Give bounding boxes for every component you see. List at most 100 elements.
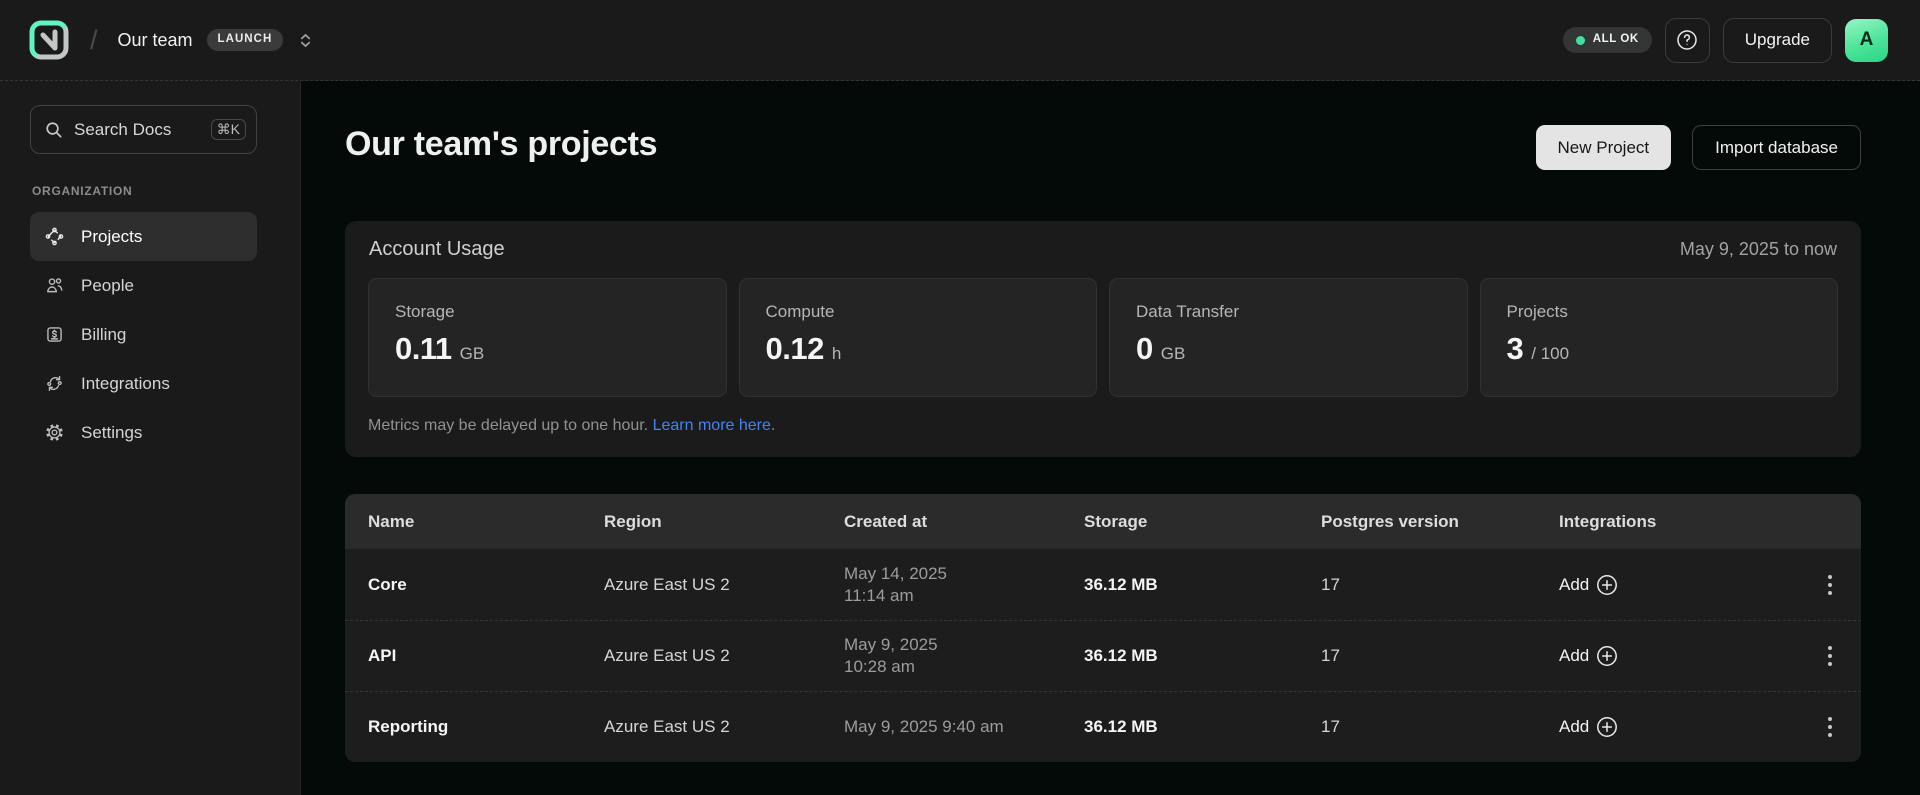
usage-tile-storage: Storage 0.11 GB (368, 278, 727, 397)
project-storage: 36.12 MB (1084, 575, 1321, 595)
add-label: Add (1559, 575, 1589, 595)
tile-label: Projects (1507, 302, 1812, 322)
tile-value: 0.11 (395, 331, 452, 367)
search-input[interactable]: Search Docs ⌘K (30, 105, 257, 154)
gear-icon (44, 422, 65, 443)
projects-icon (44, 226, 65, 247)
project-region: Azure East US 2 (604, 575, 844, 595)
created-time: 11:14 am (844, 585, 1084, 607)
plus-circle-icon (1596, 716, 1618, 738)
help-button[interactable] (1665, 18, 1710, 63)
breadcrumb-slash: / (90, 25, 98, 56)
projects-table: Name Region Created at Storage Postgres … (345, 494, 1861, 762)
project-region: Azure East US 2 (604, 717, 844, 737)
add-integration-button[interactable]: Add (1559, 645, 1618, 667)
usage-footnote: Metrics may be delayed up to one hour. L… (368, 417, 1838, 435)
sidebar-item-label: Integrations (81, 374, 170, 394)
sidebar-item-people[interactable]: People (30, 261, 257, 310)
org-name: Our team (118, 30, 193, 51)
add-label: Add (1559, 646, 1589, 666)
tile-label: Compute (766, 302, 1071, 322)
col-header-postgres-version: Postgres version (1321, 512, 1559, 532)
created-date: May 9, 2025 9:40 am (844, 716, 1084, 738)
sidebar: Search Docs ⌘K ORGANIZATION Projects (0, 81, 301, 795)
col-header-integrations: Integrations (1559, 512, 1792, 532)
tile-unit: h (832, 344, 841, 364)
topbar: / Our team LAUNCH ALL OK U (0, 0, 1920, 81)
created-date: May 14, 2025 (844, 563, 1084, 585)
created-time: 10:28 am (844, 656, 1084, 678)
people-icon (44, 275, 65, 296)
sidebar-item-label: Settings (81, 423, 142, 443)
status-label: ALL OK (1593, 34, 1639, 46)
tile-label: Storage (395, 302, 700, 322)
col-header-region: Region (604, 512, 844, 532)
avatar[interactable]: A (1845, 19, 1888, 62)
usage-tile-compute: Compute 0.12 h (739, 278, 1098, 397)
plus-circle-icon (1596, 645, 1618, 667)
sidebar-item-label: Billing (81, 325, 126, 345)
plan-badge: LAUNCH (207, 29, 284, 51)
project-created-at: May 9, 2025 9:40 am (844, 716, 1084, 738)
project-name: API (368, 646, 604, 666)
tile-unit: GB (460, 344, 485, 364)
created-date: May 9, 2025 (844, 634, 1084, 656)
integrations-icon (44, 373, 65, 394)
chevron-updown-icon (297, 32, 314, 49)
billing-icon (44, 324, 65, 345)
add-label: Add (1559, 717, 1589, 737)
project-pg-version: 17 (1321, 575, 1559, 595)
sidebar-item-billing[interactable]: Billing (30, 310, 257, 359)
tile-label: Data Transfer (1136, 302, 1441, 322)
table-row-reporting[interactable]: Reporting Azure East US 2 May 9, 2025 9:… (345, 691, 1861, 762)
usage-footnote-suffix: . (771, 417, 775, 434)
search-icon (44, 120, 63, 139)
upgrade-button[interactable]: Upgrade (1723, 18, 1832, 63)
status-badge[interactable]: ALL OK (1563, 27, 1652, 53)
row-menu-kebab-icon[interactable] (1822, 709, 1838, 745)
search-shortcut: ⌘K (211, 119, 246, 140)
project-created-at: May 14, 2025 11:14 am (844, 563, 1084, 607)
import-database-button[interactable]: Import database (1692, 125, 1861, 170)
sidebar-nav: Projects People Billing (30, 212, 257, 457)
project-pg-version: 17 (1321, 646, 1559, 666)
tile-value: 0.12 (766, 331, 824, 367)
usage-period: May 9, 2025 to now (1680, 239, 1837, 260)
project-name: Core (368, 575, 604, 595)
col-header-storage: Storage (1084, 512, 1321, 532)
plus-circle-icon (1596, 574, 1618, 596)
project-pg-version: 17 (1321, 717, 1559, 737)
usage-tile-data-transfer: Data Transfer 0 GB (1109, 278, 1468, 397)
add-integration-button[interactable]: Add (1559, 716, 1618, 738)
org-switcher[interactable]: Our team LAUNCH (118, 29, 315, 51)
sidebar-item-settings[interactable]: Settings (30, 408, 257, 457)
question-circle-icon (1675, 28, 1699, 52)
sidebar-section-label: ORGANIZATION (32, 184, 300, 198)
project-storage: 36.12 MB (1084, 717, 1321, 737)
sidebar-item-integrations[interactable]: Integrations (30, 359, 257, 408)
new-project-button[interactable]: New Project (1536, 125, 1672, 170)
tile-unit: / 100 (1531, 344, 1569, 364)
table-row-api[interactable]: API Azure East US 2 May 9, 2025 10:28 am… (345, 620, 1861, 691)
tile-value: 3 (1507, 331, 1524, 367)
add-integration-button[interactable]: Add (1559, 574, 1618, 596)
sidebar-item-projects[interactable]: Projects (30, 212, 257, 261)
row-menu-kebab-icon[interactable] (1822, 638, 1838, 674)
main-content: Our team's projects New Project Import d… (301, 81, 1920, 795)
usage-tile-projects: Projects 3 / 100 (1480, 278, 1839, 397)
sidebar-item-label: People (81, 276, 134, 296)
learn-more-link[interactable]: Learn more here (653, 417, 771, 434)
sidebar-item-label: Projects (81, 227, 142, 247)
project-created-at: May 9, 2025 10:28 am (844, 634, 1084, 678)
project-storage: 36.12 MB (1084, 646, 1321, 666)
col-header-created-at: Created at (844, 512, 1084, 532)
search-label: Search Docs (74, 120, 171, 140)
page-title: Our team's projects (345, 125, 657, 164)
row-menu-kebab-icon[interactable] (1822, 567, 1838, 603)
project-region: Azure East US 2 (604, 646, 844, 666)
neon-logo-icon[interactable] (28, 19, 70, 61)
tile-value: 0 (1136, 331, 1153, 367)
table-row-core[interactable]: Core Azure East US 2 May 14, 2025 11:14 … (345, 549, 1861, 620)
col-header-name: Name (368, 512, 604, 532)
tile-unit: GB (1161, 344, 1186, 364)
